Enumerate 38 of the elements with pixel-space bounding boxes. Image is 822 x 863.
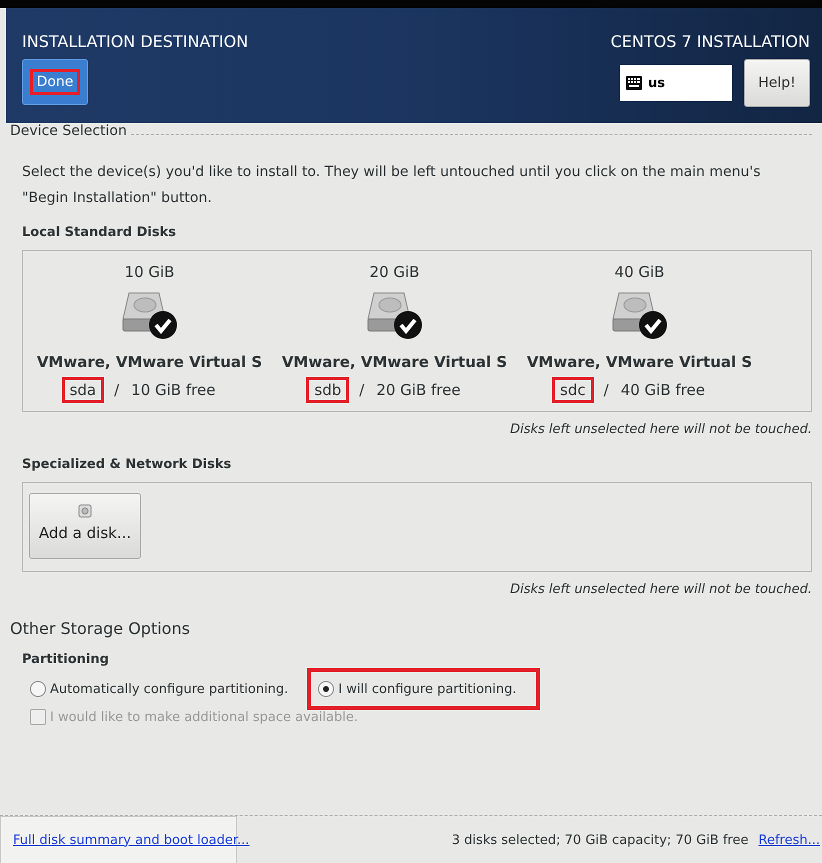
note-text: Disks left unselected here will not be touched. bbox=[509, 582, 812, 597]
disk-size: 40 GiB bbox=[614, 263, 664, 281]
keyboard-layout-field[interactable]: us bbox=[620, 65, 732, 101]
disk-name: VMware, VMware Virtual S bbox=[36, 353, 262, 371]
radio-button[interactable] bbox=[318, 681, 334, 697]
separator-text: / bbox=[114, 381, 120, 399]
device-name: sda bbox=[64, 379, 102, 401]
disk-size: 20 GiB bbox=[370, 263, 420, 281]
free-space-text: 10 GiB free bbox=[131, 381, 216, 399]
device-name: sdb bbox=[308, 379, 348, 401]
description-text: Select the device(s) you'd like to install to. They will be left untouched until you click on the main menu's "Begin Installation" button. bbox=[22, 163, 762, 208]
disk-small-icon bbox=[78, 504, 92, 518]
section-heading: Other Storage Options bbox=[10, 619, 191, 638]
subsection-heading: Partitioning bbox=[22, 652, 110, 667]
done-button[interactable]: Done bbox=[22, 59, 88, 105]
subsection-heading: Specialized & Network Disks bbox=[22, 457, 232, 472]
separator-text: / bbox=[359, 381, 364, 399]
disk-size: 10 GiB bbox=[124, 263, 174, 281]
note-text: Disks left unselected here will not be touched. bbox=[509, 422, 812, 437]
keyboard-icon bbox=[626, 76, 642, 90]
subsection-heading: Local Standard Disks bbox=[22, 225, 177, 240]
free-space-text: 40 GiB free bbox=[620, 381, 705, 399]
radio-button[interactable] bbox=[30, 681, 46, 697]
section-heading: Device Selection bbox=[10, 124, 127, 138]
storage-status-text: 3 disks selected; 70 GiB capacity; 70 GiB free bbox=[452, 832, 748, 848]
add-disk-button[interactable]: Add a disk... bbox=[29, 493, 141, 559]
radio-option[interactable]: Automatically configure partitioning. bbox=[26, 675, 298, 703]
disk-summary-link[interactable]: Full disk summary and boot loader... bbox=[13, 832, 250, 848]
disk-name: VMware, VMware Virtual S bbox=[282, 353, 508, 371]
disk-name: VMware, VMware Virtual S bbox=[526, 353, 752, 371]
device-name: sdc bbox=[554, 379, 592, 401]
free-space-text: 20 GiB free bbox=[376, 381, 461, 399]
help-button[interactable]: Help! bbox=[744, 59, 810, 107]
page-title: INSTALLATION DESTINATION bbox=[22, 32, 248, 51]
refresh-link[interactable]: Refresh... bbox=[758, 832, 820, 848]
radio-option[interactable]: I will configure partitioning. bbox=[310, 671, 536, 707]
product-title: CENTOS 7 INSTALLATION bbox=[610, 32, 810, 51]
separator-text: / bbox=[604, 381, 609, 399]
